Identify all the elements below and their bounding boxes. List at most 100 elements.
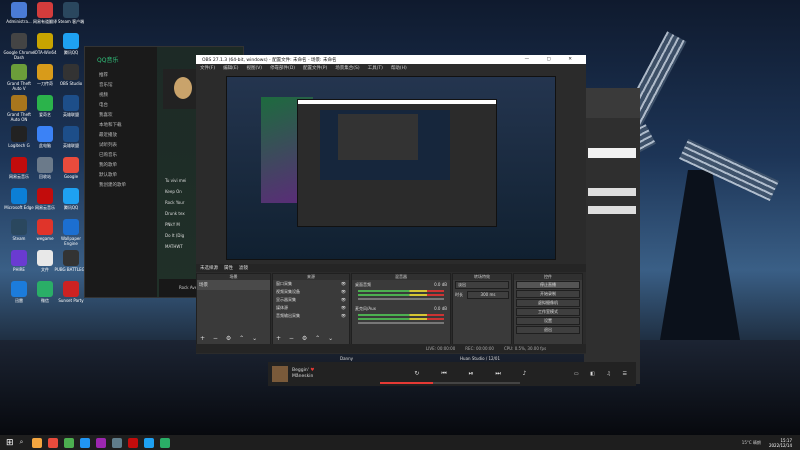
desktop-icon[interactable]: Google xyxy=(54,157,88,188)
source-controls[interactable]: + − ⚙ ⌃ ⌄ xyxy=(276,335,336,342)
duration-label: 时长 xyxy=(455,292,463,297)
obs-menu-item[interactable]: 停靠部件(D) xyxy=(270,65,295,71)
app-icon xyxy=(37,2,53,18)
player-extra-icons[interactable]: ▭ ◧ ♫ ☰ xyxy=(574,371,636,377)
taskbar-app-icon[interactable] xyxy=(64,437,75,448)
app-icon xyxy=(11,219,27,235)
desktop-icon[interactable]: 英雄联盟 xyxy=(54,95,88,126)
obs-menu-item[interactable]: 文件(F) xyxy=(200,65,215,71)
control-button[interactable]: 停止直播 xyxy=(516,281,580,289)
transitions-panel: 转场特效 淡出 时长 300 ms xyxy=(452,273,512,345)
desktop-icon[interactable]: Steam 客户端 xyxy=(54,2,88,33)
taskbar-app-icon[interactable] xyxy=(80,437,91,448)
obs-menu-item[interactable]: 帮助(H) xyxy=(391,65,407,71)
desktop-icon[interactable]: 英雄联盟 xyxy=(54,126,88,157)
control-button[interactable]: 虚拟摄像机 xyxy=(516,299,580,307)
obs-menu-item[interactable]: 工具(T) xyxy=(368,65,383,71)
volume-slider[interactable] xyxy=(358,298,444,300)
app-icon xyxy=(11,95,27,111)
taskbar-app-icon[interactable] xyxy=(32,437,43,448)
chat-bubble xyxy=(588,188,636,196)
control-button[interactable]: 开始录制 xyxy=(516,290,580,298)
qq-logo: QQ音乐 xyxy=(97,57,119,64)
weather[interactable]: 15°C 晴朗 xyxy=(742,440,761,446)
qq-nav-item[interactable]: 电台 xyxy=(85,100,157,110)
qq-nav-item[interactable]: 音乐馆 xyxy=(85,80,157,90)
source-item[interactable]: 窗口采集 👁 xyxy=(273,280,349,288)
chat-window[interactable] xyxy=(584,118,640,384)
taskbar-app-icon[interactable] xyxy=(48,437,59,448)
duration-input[interactable]: 300 ms xyxy=(467,291,509,299)
source-item[interactable]: 媒体源 👁 xyxy=(273,304,349,312)
playback-controls[interactable]: ↻ ⏮ ⏯ ⏭ ♪ xyxy=(414,370,536,378)
taskbar-app-icon[interactable] xyxy=(160,437,171,448)
qq-nav-item[interactable]: 我创建的歌单 xyxy=(85,180,157,190)
heart-icon[interactable]: ♥ xyxy=(310,368,314,373)
desktop-icon[interactable]: Wallpaper Engine xyxy=(54,219,88,250)
obs-menu-item[interactable]: 场景集合(S) xyxy=(335,65,359,71)
volume-meter xyxy=(358,318,444,320)
filters-button[interactable]: 滤镜 xyxy=(239,265,248,271)
volume-slider[interactable] xyxy=(358,322,444,324)
app-icon xyxy=(37,126,53,142)
desktop-icon[interactable]: OBS Studio xyxy=(54,64,88,95)
transition-select[interactable]: 淡出 xyxy=(455,281,509,289)
artist-face-icon xyxy=(174,77,192,99)
bg-window-header[interactable] xyxy=(584,88,640,118)
track-source: Huan Studio / 12/01 xyxy=(460,356,500,361)
visibility-icon[interactable]: 👁 xyxy=(341,297,346,303)
obs-status-bar: LIVE: 00:00:00 REC: 00:00:00 CPU: 0.5%, 30… xyxy=(196,344,586,353)
qq-nav-item[interactable]: 视频 xyxy=(85,90,157,100)
desktop-icon[interactable]: 腾讯QQ xyxy=(54,188,88,219)
source-item[interactable]: 视频采集设备 👁 xyxy=(273,288,349,296)
mixer-track: 麦克风/Aux 0.0 dB xyxy=(352,304,450,328)
visibility-icon[interactable]: 👁 xyxy=(341,305,346,311)
taskbar-app-icon[interactable] xyxy=(128,437,139,448)
app-icon xyxy=(37,188,53,204)
desktop-icon[interactable]: 腾讯QQ xyxy=(54,33,88,64)
properties-button[interactable]: 属性 xyxy=(224,265,233,271)
progress-track[interactable] xyxy=(380,382,520,384)
obs-menu-item[interactable]: 编辑(E) xyxy=(223,65,238,71)
nested-obs-window xyxy=(297,99,497,227)
scene-item[interactable]: 场景 xyxy=(197,280,270,290)
progress-fill xyxy=(380,382,434,384)
app-icon xyxy=(63,250,79,266)
album-thumbnail[interactable] xyxy=(272,366,288,382)
qq-nav-item[interactable]: 默认歌单 xyxy=(85,170,157,180)
visibility-icon[interactable]: 👁 xyxy=(341,313,346,319)
source-item[interactable]: 音频输出采集 👁 xyxy=(273,312,349,320)
visibility-icon[interactable]: 👁 xyxy=(341,281,346,287)
desktop-icon[interactable]: Sunset Party xyxy=(54,281,88,312)
qq-nav-item[interactable]: 我的歌单 xyxy=(85,160,157,170)
qq-nav-item[interactable]: 本地和下载 xyxy=(85,120,157,130)
qq-nav-item[interactable]: 已购音乐 xyxy=(85,150,157,160)
app-icon xyxy=(37,281,53,297)
control-button[interactable]: 工作室模式 xyxy=(516,308,580,316)
control-button[interactable]: 设置 xyxy=(516,317,580,325)
obs-menu-item[interactable]: 视图(V) xyxy=(246,65,262,71)
volume-meter xyxy=(358,314,444,316)
qq-nav-item[interactable]: 我喜欢 xyxy=(85,110,157,120)
search-icon[interactable]: ⌕ xyxy=(20,438,24,447)
obs-menu-item[interactable]: 配置文件(P) xyxy=(303,65,327,71)
qq-nav-item[interactable]: 推荐 xyxy=(85,70,157,80)
obs-preview[interactable] xyxy=(226,76,556,260)
qq-nav-item[interactable]: 试听列表 xyxy=(85,140,157,150)
start-button[interactable]: ⊞ xyxy=(6,438,14,448)
source-item[interactable]: 显示器采集 👁 xyxy=(273,296,349,304)
taskbar-app-icon[interactable] xyxy=(112,437,123,448)
scene-controls[interactable]: + − ⚙ ⌃ ⌄ xyxy=(200,335,260,342)
taskbar-app-icon[interactable] xyxy=(144,437,155,448)
qq-sidebar: QQ音乐 推荐 音乐馆 视频 电台 我喜欢 本地和下载 最近播放 试听列表 已购音乐 我的歌单 默认… xyxy=(85,47,157,297)
taskbar-app-icon[interactable] xyxy=(96,437,107,448)
app-icon xyxy=(11,2,27,18)
control-button[interactable]: 退出 xyxy=(516,326,580,334)
clock[interactable]: 15:17 2022/12/14 xyxy=(769,438,792,448)
window-controls[interactable]: — ▢ ✕ xyxy=(525,57,586,62)
desktop-icon[interactable]: PUBG BATTLEGR xyxy=(54,250,88,281)
sources-panel: 来源 窗口采集 👁 视频采集设备 👁 显示器采集 👁 媒体源 👁 音频输出采集 👁 + − ⚙ ⌃… xyxy=(272,273,350,345)
qq-nav-item[interactable]: 最近播放 xyxy=(85,130,157,140)
visibility-icon[interactable]: 👁 xyxy=(341,289,346,295)
status-item: REC: 00:00:00 xyxy=(465,346,494,351)
